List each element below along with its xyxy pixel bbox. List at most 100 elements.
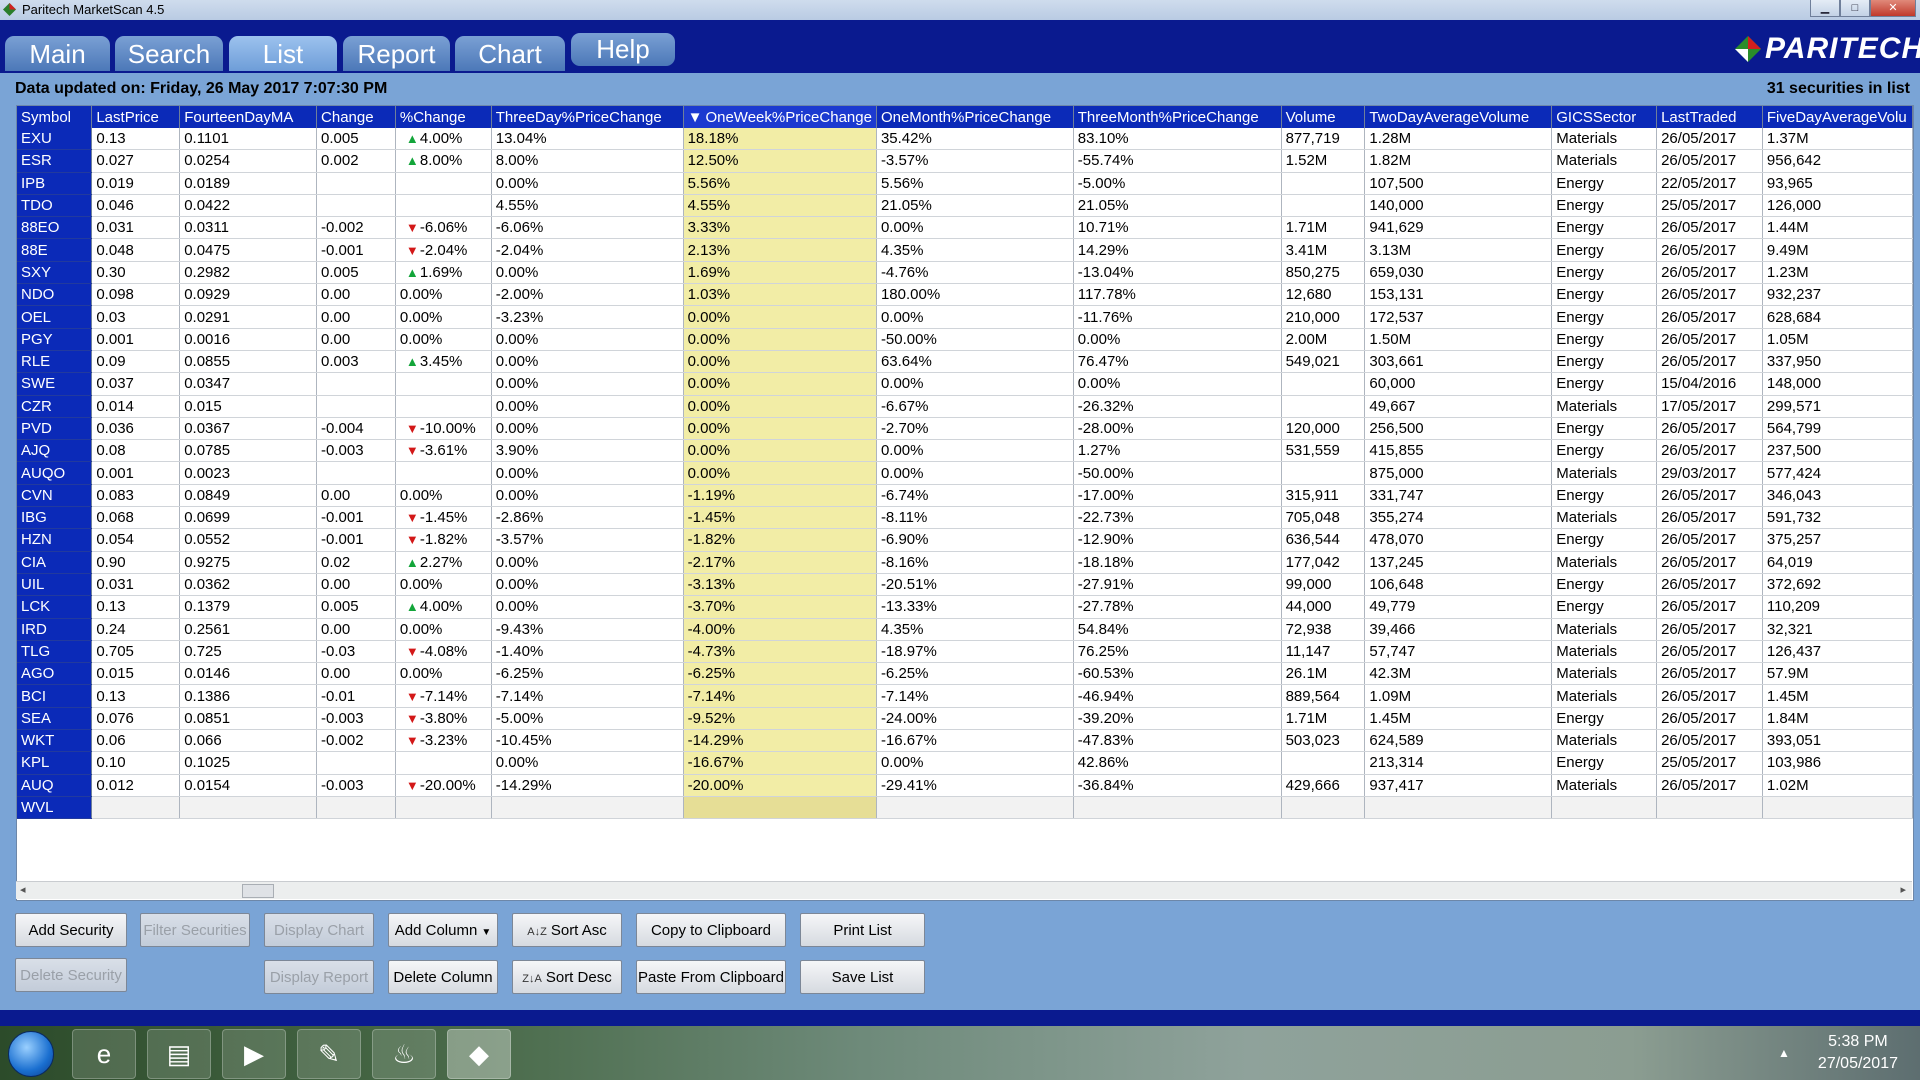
table-cell[interactable]: 0.0347 bbox=[179, 372, 318, 396]
table-cell[interactable]: 0.003 bbox=[316, 350, 396, 374]
table-cell[interactable]: -0.01 bbox=[316, 684, 396, 708]
table-cell[interactable]: 26/05/2017 bbox=[1656, 417, 1763, 441]
table-cell[interactable]: 32,321 bbox=[1762, 618, 1913, 641]
table-cell[interactable]: 0.00% bbox=[876, 216, 1074, 240]
sorted-cell[interactable]: -1.82% bbox=[683, 528, 877, 552]
table-cell[interactable]: 478,070 bbox=[1364, 528, 1553, 552]
sorted-cell[interactable] bbox=[683, 796, 877, 820]
table-cell[interactable]: 0.0291 bbox=[179, 305, 318, 329]
table-cell[interactable]: 877,719 bbox=[1281, 128, 1366, 151]
sorted-cell[interactable]: 12.50% bbox=[683, 149, 877, 173]
symbol-cell[interactable]: SWE bbox=[17, 372, 93, 396]
paint-icon[interactable]: ✎ bbox=[297, 1029, 361, 1079]
column-header[interactable]: TwoDayAverageVolume bbox=[1364, 106, 1553, 128]
table-row[interactable]: WVL bbox=[17, 796, 1913, 820]
sorted-cell[interactable]: -7.14% bbox=[683, 684, 877, 708]
start-button[interactable] bbox=[8, 1031, 54, 1077]
table-row[interactable]: UIL 0.031 0.0362 0.00 0.00% 0.00% -3.13% -20.51… bbox=[17, 573, 1913, 597]
table-cell[interactable]: -22.73% bbox=[1073, 506, 1282, 530]
table-cell[interactable]: 177,042 bbox=[1281, 551, 1366, 574]
table-cell[interactable]: 0.0254 bbox=[179, 149, 318, 173]
sorted-cell[interactable]: -3.13% bbox=[683, 573, 877, 597]
table-cell[interactable]: 0.037 bbox=[91, 372, 181, 396]
table-cell[interactable]: 0.00% bbox=[876, 305, 1074, 329]
table-cell[interactable]: 0.06 bbox=[91, 729, 181, 753]
table-cell[interactable]: 106,648 bbox=[1364, 573, 1553, 597]
table-cell[interactable]: -0.002 bbox=[316, 729, 396, 753]
table-cell[interactable]: Energy bbox=[1551, 328, 1658, 351]
table-row[interactable]: ESR 0.027 0.0254 0.002 ▲8.00% 8.00% 12.50% -3.5… bbox=[17, 149, 1913, 173]
table-cell[interactable]: 0.00% bbox=[491, 328, 684, 351]
table-row[interactable]: AGO 0.015 0.0146 0.00 0.00% -6.25% -6.25% -6.25… bbox=[17, 662, 1913, 686]
table-cell[interactable] bbox=[395, 194, 492, 218]
table-cell[interactable]: 0.083 bbox=[91, 484, 181, 508]
table-cell[interactable]: 3.90% bbox=[491, 439, 684, 463]
table-cell[interactable]: 0.0785 bbox=[179, 439, 318, 463]
symbol-cell[interactable]: CIA bbox=[17, 551, 93, 574]
table-cell[interactable]: 0.00% bbox=[395, 328, 492, 351]
table-cell[interactable]: Energy bbox=[1551, 305, 1658, 329]
table-cell[interactable]: 0.031 bbox=[91, 216, 181, 240]
table-cell[interactable]: 0.014 bbox=[91, 395, 181, 418]
table-cell[interactable]: 372,692 bbox=[1762, 573, 1913, 597]
table-cell[interactable]: 180.00% bbox=[876, 283, 1074, 307]
table-cell[interactable]: -0.001 bbox=[316, 506, 396, 530]
table-cell[interactable]: ▲2.27% bbox=[395, 551, 492, 574]
table-cell[interactable]: Materials bbox=[1551, 506, 1658, 530]
table-cell[interactable]: ▼-3.61% bbox=[395, 439, 492, 463]
table-cell[interactable]: 0.00% bbox=[395, 283, 492, 307]
sorted-cell[interactable]: -14.29% bbox=[683, 729, 877, 753]
table-cell[interactable]: 0.005 bbox=[316, 595, 396, 619]
table-cell[interactable]: 0.24 bbox=[91, 618, 181, 641]
table-cell[interactable]: 0.00% bbox=[491, 350, 684, 374]
table-cell[interactable]: 72,938 bbox=[1281, 618, 1366, 641]
table-cell[interactable]: 0.705 bbox=[91, 640, 181, 664]
symbol-cell[interactable]: PVD bbox=[17, 417, 93, 441]
table-cell[interactable] bbox=[1281, 751, 1366, 775]
table-cell[interactable]: Energy bbox=[1551, 417, 1658, 441]
symbol-cell[interactable]: EXU bbox=[17, 128, 93, 151]
table-cell[interactable]: 0.098 bbox=[91, 283, 181, 307]
column-header[interactable]: FourteenDayMA bbox=[179, 106, 318, 128]
table-cell[interactable]: 0.00% bbox=[876, 439, 1074, 463]
delete-security-button[interactable]: Delete Security bbox=[15, 958, 127, 992]
table-row[interactable]: PVD 0.036 0.0367 -0.004 ▼-10.00% 0.00% 0.00% -2… bbox=[17, 417, 1913, 441]
internet-explorer-icon[interactable]: e bbox=[72, 1029, 136, 1079]
table-cell[interactable]: ▼-7.14% bbox=[395, 684, 492, 708]
symbol-cell[interactable]: TDO bbox=[17, 194, 93, 218]
sorted-cell[interactable]: 0.00% bbox=[683, 395, 877, 418]
table-cell[interactable]: ▼-3.23% bbox=[395, 729, 492, 753]
table-cell[interactable]: 256,500 bbox=[1364, 417, 1553, 441]
table-cell[interactable]: 107,500 bbox=[1364, 172, 1553, 195]
table-cell[interactable] bbox=[1281, 395, 1366, 418]
table-cell[interactable]: 76.25% bbox=[1073, 640, 1282, 664]
table-cell[interactable]: 237,500 bbox=[1762, 439, 1913, 463]
symbol-cell[interactable]: HZN bbox=[17, 528, 93, 552]
table-cell[interactable]: 0.0475 bbox=[179, 238, 318, 262]
table-cell[interactable]: -1.40% bbox=[491, 640, 684, 664]
table-cell[interactable]: Energy bbox=[1551, 261, 1658, 285]
table-cell[interactable]: 11,147 bbox=[1281, 640, 1366, 664]
table-cell[interactable]: 0.068 bbox=[91, 506, 181, 530]
symbol-cell[interactable]: SEA bbox=[17, 707, 93, 731]
table-cell[interactable] bbox=[1364, 796, 1553, 820]
tab-help[interactable]: Help bbox=[571, 33, 675, 66]
table-cell[interactable]: -55.74% bbox=[1073, 149, 1282, 173]
table-cell[interactable] bbox=[395, 751, 492, 775]
table-cell[interactable]: -3.57% bbox=[491, 528, 684, 552]
table-cell[interactable]: 8.00% bbox=[491, 149, 684, 173]
symbol-cell[interactable]: IBG bbox=[17, 506, 93, 530]
table-cell[interactable]: 26/05/2017 bbox=[1656, 729, 1763, 753]
table-cell[interactable]: ▲3.45% bbox=[395, 350, 492, 374]
table-cell[interactable]: -0.002 bbox=[316, 216, 396, 240]
table-cell[interactable]: 0.00 bbox=[316, 484, 396, 508]
table-cell[interactable]: 0.00% bbox=[1073, 372, 1282, 396]
table-cell[interactable]: 1.82M bbox=[1364, 149, 1553, 173]
sorted-cell[interactable]: -1.45% bbox=[683, 506, 877, 530]
table-cell[interactable]: 0.001 bbox=[91, 328, 181, 351]
table-cell[interactable]: 54.84% bbox=[1073, 618, 1282, 641]
table-cell[interactable]: -0.03 bbox=[316, 640, 396, 664]
symbol-cell[interactable]: KPL bbox=[17, 751, 93, 775]
filter-securities-button[interactable]: Filter Securities bbox=[140, 913, 250, 947]
table-cell[interactable]: 624,589 bbox=[1364, 729, 1553, 753]
